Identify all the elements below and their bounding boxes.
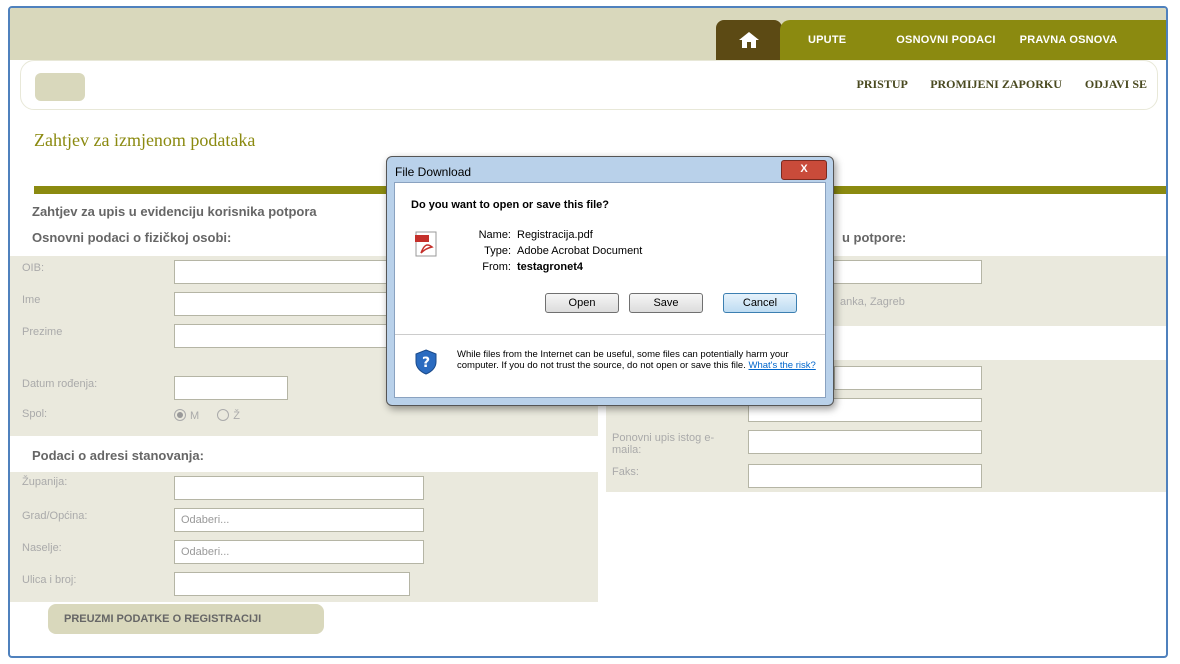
link-odjavi-se[interactable]: ODJAVI SE [1085, 77, 1147, 91]
sub-bar: PRISTUP PROMIJENI ZAPORKU ODJAVI SE [20, 60, 1158, 110]
ulica-input[interactable] [174, 572, 410, 596]
file-name-row: Name: Registracija.pdf [455, 229, 593, 241]
home-icon [739, 32, 759, 48]
nav-tab-pravna-osnova[interactable]: PRAVNA OSNOVA [1020, 34, 1118, 46]
nav-tab-upute[interactable]: UPUTE [808, 34, 846, 46]
warning-text: While files from the Internet can be use… [457, 349, 789, 371]
label-prezime: Prezime [22, 326, 63, 338]
name-key: Name: [478, 229, 511, 241]
label-ponovni: Ponovni upis istog e-maila: [612, 432, 715, 456]
email-repeat-input[interactable] [748, 430, 982, 454]
label-oib: OIB: [22, 262, 45, 274]
label-faks: Faks: [612, 466, 639, 478]
radio-m[interactable] [174, 409, 186, 422]
zupanija-select[interactable] [174, 476, 424, 500]
save-button[interactable]: Save [629, 293, 703, 313]
oib-input[interactable] [174, 260, 388, 284]
open-button[interactable]: Open [545, 293, 619, 313]
pdf-file-icon [415, 231, 437, 257]
from-key: From: [482, 261, 511, 273]
type-key: Type: [484, 245, 511, 257]
label-ime: Ime [22, 294, 41, 306]
radio-z-label: Ž [233, 410, 241, 422]
logo [35, 73, 85, 101]
dialog-body: Do you want to open or save this file? N… [394, 182, 826, 398]
gender-radios: M Ž [174, 409, 241, 422]
link-pristup[interactable]: PRISTUP [857, 77, 908, 91]
label-spol: Spol: [22, 408, 48, 420]
right-input-1[interactable] [828, 260, 982, 284]
download-data-button[interactable]: PREUZMI PODATKE O REGISTRACIJI [48, 604, 324, 634]
file-from-row: From: testagronet4 [455, 261, 583, 273]
prezime-input[interactable] [174, 324, 388, 348]
security-warning: While files from the Internet can be use… [457, 349, 817, 371]
file-type: Adobe Acrobat Document [517, 245, 643, 257]
nav-tab-osnovni-podaci[interactable]: OSNOVNI PODACI [896, 34, 995, 46]
file-download-dialog: File Download X Do you want to open or s… [386, 156, 834, 406]
label-grad: Grad/Općina: [22, 510, 88, 522]
dialog-close-button[interactable]: X [781, 160, 827, 180]
home-tab[interactable] [716, 20, 782, 60]
section-right-title: u potpore: [842, 230, 907, 245]
faks-input[interactable] [748, 464, 982, 488]
datum-input[interactable] [174, 376, 288, 400]
link-promijeni-zaporku[interactable]: PROMIJENI ZAPORKU [930, 77, 1062, 91]
label-ulica: Ulica i broj: [22, 574, 77, 586]
label-datum: Datum rođenja: [22, 378, 98, 390]
naselje-select[interactable]: Odaberi... [174, 540, 424, 564]
right-hint: anka, Zagreb [840, 296, 905, 308]
contact-input-1[interactable] [834, 366, 982, 390]
shield-question-icon: ? [415, 349, 437, 375]
label-naselje: Naselje: [22, 542, 62, 554]
dialog-question: Do you want to open or save this file? [411, 199, 610, 211]
user-links: PRISTUP PROMIJENI ZAPORKU ODJAVI SE [837, 77, 1148, 92]
page-title: Zahtjev za izmjenom podataka [34, 130, 256, 150]
risk-link[interactable]: What's the risk? [749, 360, 816, 371]
dialog-title: File Download [395, 165, 472, 179]
top-bar: UPUTE OSNOVNI PODACI PRAVNA OSNOVA [10, 8, 1166, 60]
label-zupanija: Županija: [22, 476, 68, 488]
main-nav: UPUTE OSNOVNI PODACI PRAVNA OSNOVA [780, 20, 1166, 60]
svg-text:?: ? [422, 355, 430, 371]
file-from: testagronet4 [517, 261, 584, 273]
dialog-separator [395, 334, 825, 335]
radio-m-label: M [190, 410, 200, 422]
radio-z[interactable] [217, 409, 230, 422]
ime-input[interactable] [174, 292, 388, 316]
grad-select[interactable]: Odaberi... [174, 508, 424, 532]
form-heading: Zahtjev za upis u evidenciju korisnika p… [32, 204, 317, 219]
section-person-title: Osnovni podaci o fizičkoj osobi: [32, 230, 232, 245]
file-type-row: Type: Adobe Acrobat Document [455, 245, 642, 257]
section-address-title: Podaci o adresi stanovanja: [32, 448, 204, 463]
cancel-button[interactable]: Cancel [723, 293, 797, 313]
file-name: Registracija.pdf [517, 229, 593, 241]
